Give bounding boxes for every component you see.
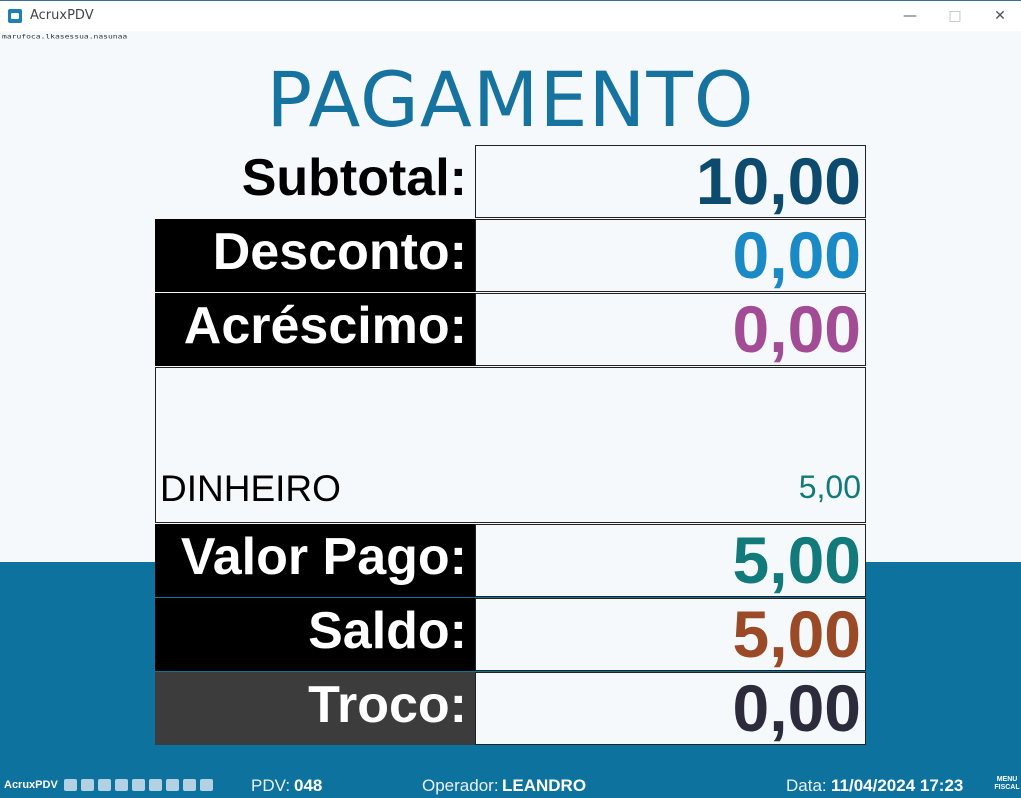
saldo-label: Saldo:: [155, 598, 475, 671]
keyboard-icon: [200, 779, 213, 791]
scale-icon: [132, 779, 145, 791]
valor-pago-row: Valor Pago: 5,00: [155, 524, 866, 597]
fiscal-printer-icon: [115, 779, 128, 791]
window-titlebar: AcruxPDV — □ ✕: [0, 0, 1021, 31]
pdv-value: 048: [294, 776, 323, 795]
troco-row: Troco: 0,00: [155, 672, 866, 745]
subtotal-row: Subtotal: 10,00: [155, 145, 866, 218]
page-title: PAGAMENTO: [266, 55, 755, 144]
troco-value: 0,00: [475, 672, 866, 745]
menu-fiscal-button[interactable]: MENU FISCAL: [994, 776, 1020, 792]
operador-value: LEANDRO: [502, 776, 587, 795]
status-bar: AcruxPDV PDV: 048 Operador: LEANDRO Data…: [0, 772, 1021, 798]
database-icon: [183, 779, 196, 791]
operador-label: Operador:: [422, 776, 499, 795]
user-icon: [166, 779, 179, 791]
desconto-value[interactable]: 0,00: [475, 219, 866, 292]
header-small-text: marufoca.lkasessua.nasunaa: [2, 33, 128, 41]
payment-amount: 5,00: [798, 469, 861, 505]
acrescimo-row[interactable]: Acréscimo: 0,00: [155, 293, 866, 366]
shield-icon: [149, 779, 162, 791]
pdv-label: PDV:: [251, 776, 291, 795]
data-label: Data:: [786, 776, 827, 795]
maximize-icon[interactable]: □: [932, 1, 978, 31]
printer-icon: [98, 779, 111, 791]
saldo-row: Saldo: 5,00: [155, 598, 866, 671]
payment-method: DINHEIRO: [160, 468, 341, 509]
troco-label: Troco:: [155, 672, 475, 745]
subtotal-label: Subtotal:: [241, 149, 467, 207]
payments-list: DINHEIRO 5,00: [155, 367, 866, 523]
computer-icon: [81, 779, 94, 791]
minimize-icon[interactable]: —: [887, 1, 933, 31]
acrescimo-value[interactable]: 0,00: [475, 293, 866, 366]
window-title: AcruxPDV: [30, 8, 94, 23]
app-logo-icon: [8, 9, 22, 23]
close-icon[interactable]: ✕: [977, 1, 1021, 31]
data-value: 11/04/2024 17:23: [831, 776, 964, 795]
acrescimo-label: Acréscimo:: [155, 293, 475, 366]
status-icons: [64, 779, 213, 791]
valor-pago-label: Valor Pago:: [155, 524, 475, 597]
desconto-label: Desconto:: [155, 219, 475, 292]
network-icon: [64, 779, 77, 791]
subtotal-value: 10,00: [475, 145, 866, 218]
valor-pago-value: 5,00: [475, 524, 866, 597]
saldo-value: 5,00: [475, 598, 866, 671]
status-app-name: AcruxPDV: [4, 779, 58, 791]
desconto-row[interactable]: Desconto: 0,00: [155, 219, 866, 292]
